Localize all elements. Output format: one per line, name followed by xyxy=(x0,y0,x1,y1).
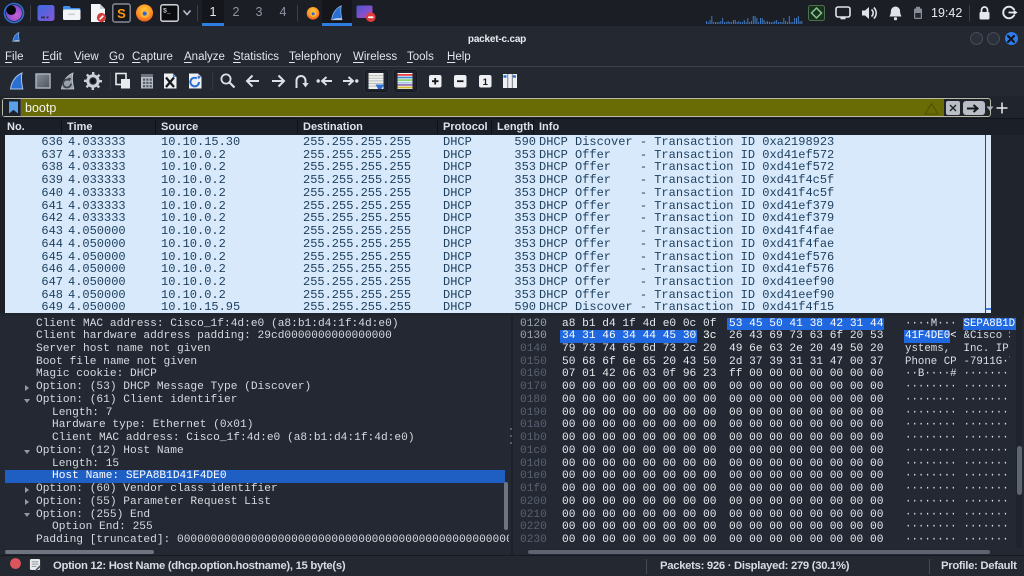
svg-text:S: S xyxy=(117,6,126,21)
svg-text:$_: $_ xyxy=(163,8,171,15)
svg-text:1: 1 xyxy=(483,77,489,88)
